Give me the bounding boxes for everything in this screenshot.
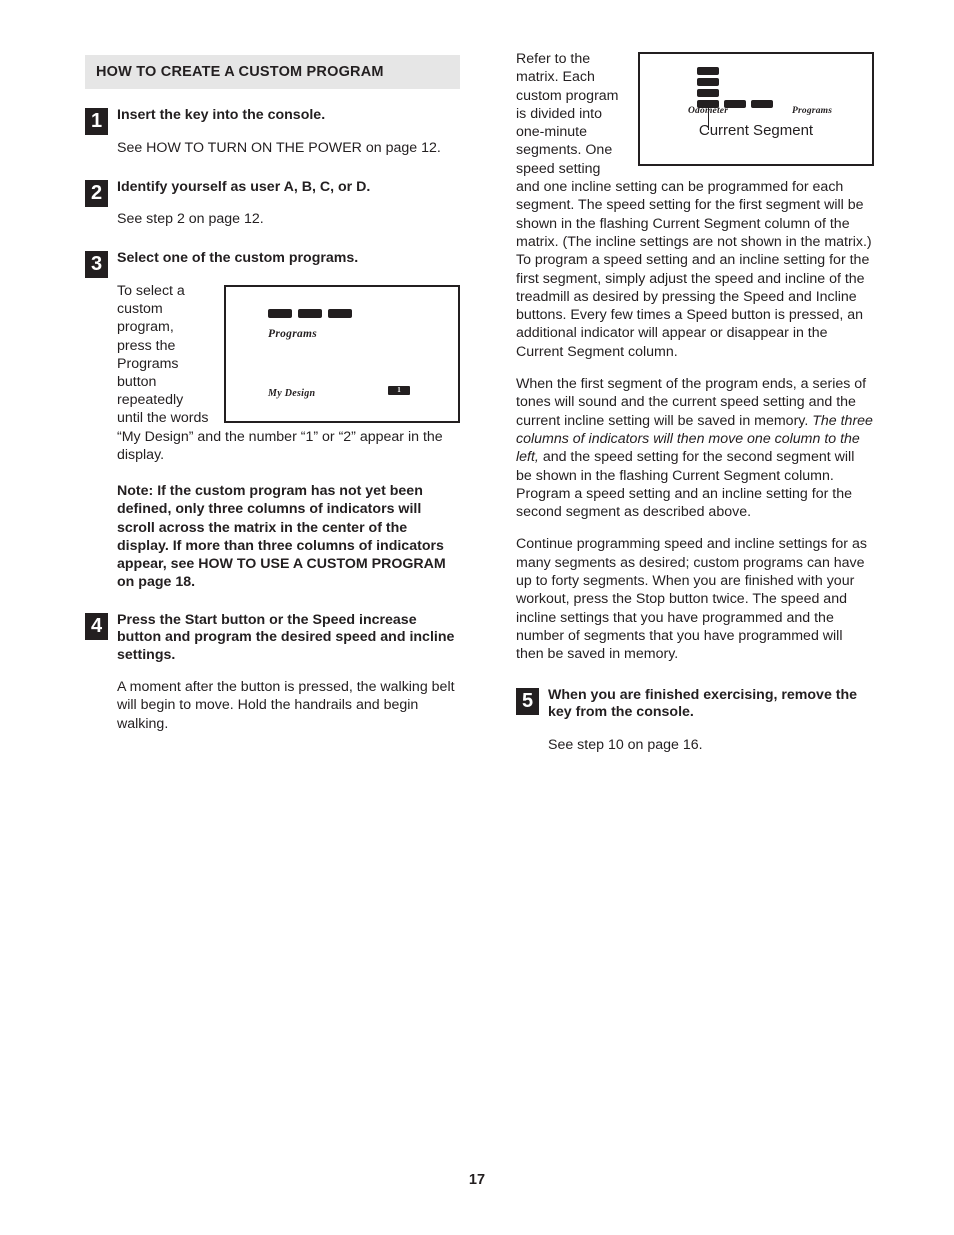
matrix-row [697, 89, 797, 97]
matrix-row [697, 78, 797, 86]
step-title: Identify yourself as user A, B, C, or D. [117, 178, 371, 195]
step-title: Press the Start button or the Speed incr… [117, 611, 455, 663]
section-header: HOW TO CREATE A CUSTOM PROGRAM [85, 55, 460, 89]
step-body: See step 10 on page 16. [548, 736, 703, 753]
step-body-with-figure: Programs My Design 1 To select a custom … [117, 282, 460, 464]
figure-program-number-badge: 1 [388, 385, 410, 395]
step-1: 1 Insert the key into the console. See H… [85, 107, 460, 157]
figure-label-programs: Programs [268, 327, 318, 340]
left-column: HOW TO CREATE A CUSTOM PROGRAM 1 Insert … [85, 55, 460, 735]
step-number-badge: 4 [85, 612, 108, 640]
matrix-row [697, 67, 797, 75]
step-4: 4 Press the Start button or the Speed in… [85, 612, 460, 733]
step-body: A moment after the button is pressed, th… [117, 679, 455, 732]
right-column: Odometer Programs Current Segment Refer … [516, 50, 874, 756]
figure-label-odometer: Odometer [688, 106, 729, 116]
step-number-badge: 5 [516, 687, 539, 715]
step-title: Insert the key into the console. [117, 107, 326, 123]
matrix-bar [751, 100, 773, 108]
program-indicator-bars [268, 308, 352, 318]
figure-caption-current-segment: Current Segment [698, 122, 814, 139]
indicator-bar [298, 308, 322, 318]
matrix-intro-block: Odometer Programs Current Segment Refer … [516, 50, 874, 375]
step-body: See step 2 on page 12. [117, 211, 264, 228]
paragraph-continue-programming: Continue programming speed and incline s… [516, 536, 867, 663]
paragraph-tail-text: and the speed setting for the second seg… [516, 449, 855, 521]
step-3: 3 Select one of the custom programs. Pro… [85, 250, 460, 464]
matrix-bar [697, 78, 719, 86]
step-number-badge: 3 [85, 251, 108, 279]
step-2: 2 Identify yourself as user A, B, C, or … [85, 179, 460, 229]
indicator-bar [268, 308, 292, 318]
step-title: Select one of the custom programs. [117, 250, 359, 267]
step-title: When you are finished exercising, remove… [548, 686, 858, 721]
step-number-badge: 1 [85, 108, 108, 135]
page-number: 17 [468, 1172, 486, 1188]
matrix-indicator-grid [697, 67, 797, 111]
manual-page: HOW TO CREATE A CUSTOM PROGRAM 1 Insert … [0, 0, 954, 1235]
figure-label-my-design: My Design [268, 387, 316, 399]
paragraph-first-segment-end: When the first segment of the program en… [516, 375, 874, 521]
figure-label-programs: Programs [792, 106, 833, 116]
step-body: See HOW TO TURN ON THE POWER on page 12. [117, 139, 441, 156]
note-paragraph: Note: If the custom program has not yet … [117, 482, 446, 591]
step-number-badge: 2 [85, 179, 108, 207]
step-5: 5 When you are finished exercising, remo… [516, 687, 874, 754]
figure-console-display: Programs My Design 1 [224, 284, 460, 423]
matrix-bar [697, 67, 719, 75]
indicator-bar [328, 308, 352, 318]
figure-matrix-display: Odometer Programs Current Segment [638, 52, 874, 166]
matrix-bar [697, 89, 719, 97]
